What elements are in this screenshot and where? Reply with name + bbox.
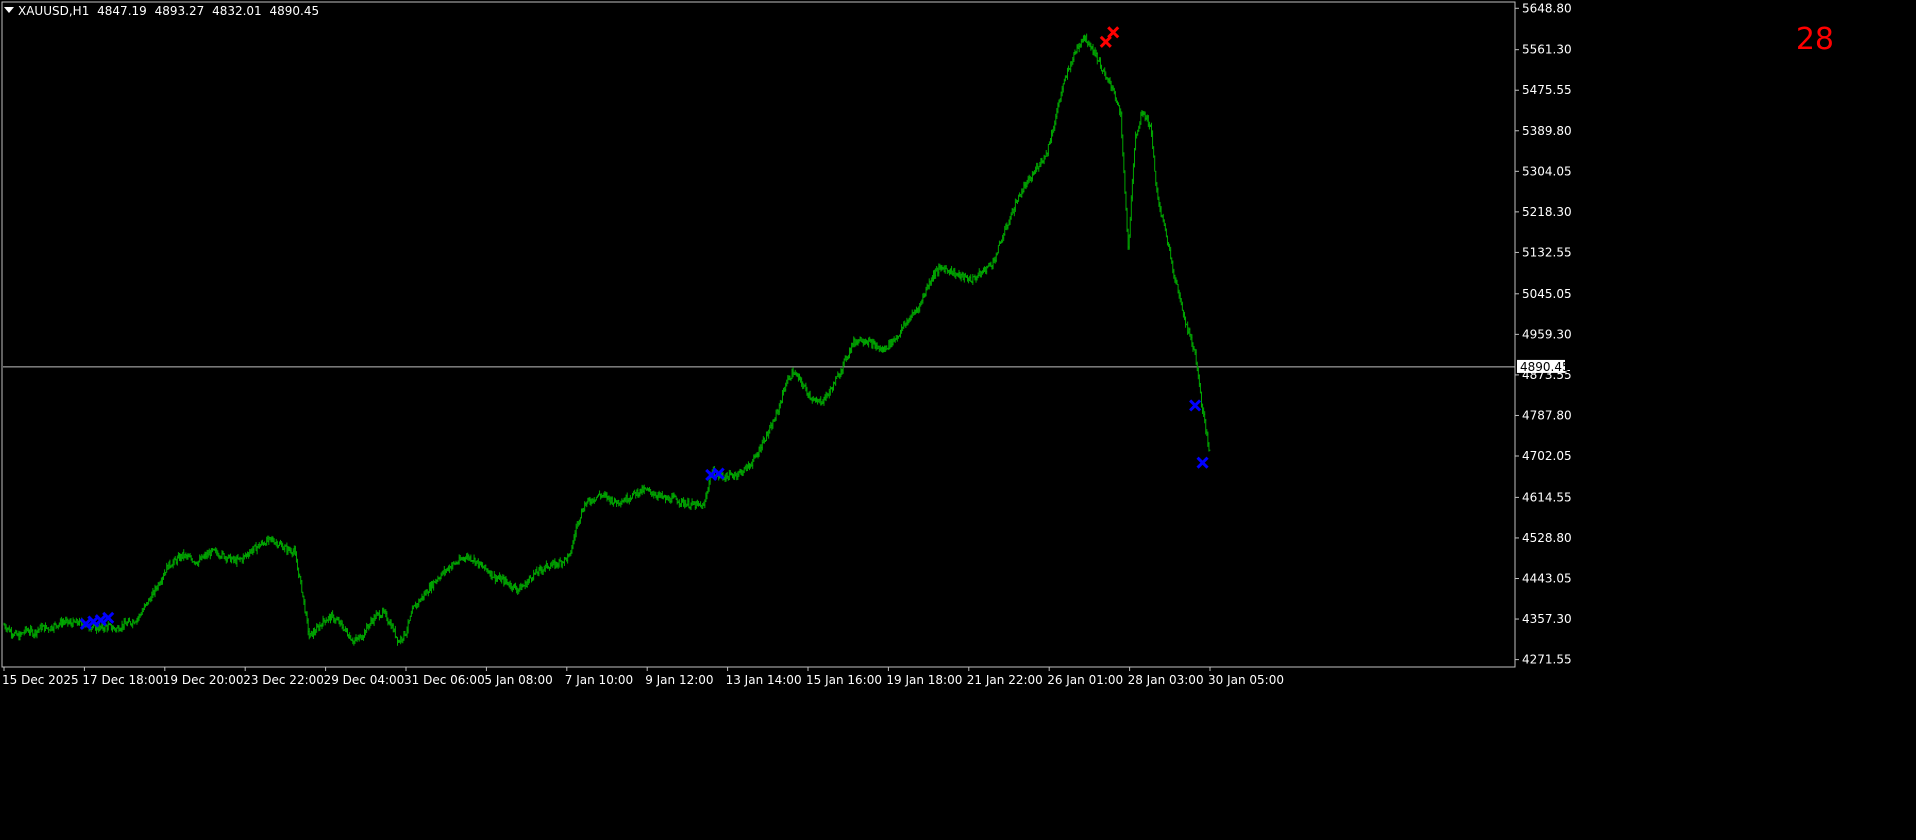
- y-tick-label: 5475.55: [1522, 83, 1572, 97]
- y-tick-label: 5389.80: [1522, 124, 1572, 138]
- dropdown-triangle-icon[interactable]: [4, 7, 14, 13]
- x-tick-label: 15 Dec 2025: [2, 673, 79, 687]
- x-tick-label: 31 Dec 06:00: [404, 673, 485, 687]
- current-price-label: 4890.45: [1520, 360, 1570, 374]
- x-tick-label: 26 Jan 01:00: [1047, 673, 1123, 687]
- x-tick-label: 23 Dec 22:00: [243, 673, 324, 687]
- x-tick-label: 13 Jan 14:00: [726, 673, 802, 687]
- signal-counter: 28: [1795, 22, 1834, 57]
- high-price: 4893.27: [154, 4, 205, 18]
- y-tick-label: 4702.05: [1522, 449, 1572, 463]
- y-tick-label: 5648.80: [1522, 1, 1572, 15]
- plot-border: [1, 1, 1516, 668]
- chart-header: XAUUSD,H1 4847.19 4893.27 4832.01 4890.4…: [4, 4, 323, 18]
- open-price: 4847.19: [97, 4, 147, 18]
- x-tick-label: 19 Dec 20:00: [163, 673, 244, 687]
- x-tick-label: 21 Jan 22:00: [967, 673, 1043, 687]
- y-tick-label: 5561.30: [1522, 43, 1572, 57]
- x-tick-label: 30 Jan 05:00: [1208, 673, 1284, 687]
- x-tick-label: 19 Jan 18:00: [886, 673, 962, 687]
- buy-signal-marker: [1189, 399, 1202, 412]
- y-tick-label: 4787.80: [1522, 408, 1572, 422]
- y-tick-label: 4528.80: [1522, 531, 1572, 545]
- y-tick-label: 5132.55: [1522, 245, 1572, 259]
- y-tick-label: 5045.05: [1522, 287, 1572, 301]
- close-price: 4890.45: [269, 4, 320, 18]
- y-tick-label: 4614.55: [1522, 490, 1572, 504]
- x-tick-label: 28 Jan 03:00: [1128, 673, 1204, 687]
- y-tick-label: 5218.30: [1522, 205, 1572, 219]
- x-tick-label: 15 Jan 16:00: [806, 673, 882, 687]
- x-tick-label: 7 Jan 10:00: [565, 673, 633, 687]
- y-tick-label: 4443.05: [1522, 571, 1572, 585]
- price-chart[interactable]: 5648.80 5561.30 5475.55 5389.80 5304.05 5218.…: [0, 0, 1916, 840]
- buy-signal-marker: [1196, 456, 1209, 469]
- sell-signal-marker: [1107, 26, 1120, 39]
- y-tick-label: 4271.55: [1522, 653, 1572, 667]
- x-tick-label: 5 Jan 08:00: [484, 673, 552, 687]
- chart-window[interactable]: 5648.80 5561.30 5475.55 5389.80 5304.05 5218.…: [0, 0, 1916, 840]
- x-tick-label: 9 Jan 12:00: [645, 673, 713, 687]
- x-tick-label: 29 Dec 04:00: [324, 673, 405, 687]
- low-price: 4832.01: [212, 4, 262, 18]
- symbol-timeframe: XAUUSD,H1: [18, 4, 90, 18]
- y-tick-label: 4959.30: [1522, 327, 1572, 341]
- y-tick-label: 4357.30: [1522, 612, 1572, 626]
- x-tick-label: 17 Dec 18:00: [82, 673, 163, 687]
- y-tick-label: 5304.05: [1522, 164, 1572, 178]
